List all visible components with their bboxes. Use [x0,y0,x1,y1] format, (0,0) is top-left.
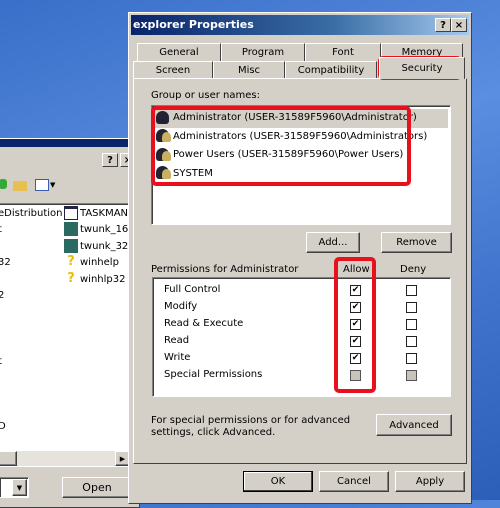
file-column-2: TASKMAN twunk_16 twunk_32? winhelp? winhlp32 [64,206,132,288]
dialog-title: explorer Properties [133,18,254,31]
close-button[interactable]: × [451,18,467,32]
tab-compatibility[interactable]: Compatibility [285,61,377,79]
scanner-icon [64,222,78,237]
file-item[interactable] [0,239,64,255]
file-item[interactable] [0,386,64,402]
deny-checkbox[interactable] [406,302,417,313]
file-item[interactable]: 2 [0,288,64,304]
file-item[interactable]: twunk_32 [64,238,132,255]
file-item[interactable]: ? winhelp [64,255,132,271]
permission-name: Full Control [164,284,221,295]
ok-button[interactable]: OK [243,471,313,492]
tab-program[interactable]: Program [221,43,305,61]
deny-checkbox[interactable] [406,353,417,364]
file-column-1: eDistributiont322tD [0,206,64,435]
file-name: twunk_16 [80,224,129,236]
help-button[interactable]: ? [435,18,451,32]
file-type-select[interactable]: ▼ [0,477,29,498]
file-item[interactable] [0,272,64,288]
properties-dialog: explorer Properties ? × General Program … [128,12,472,504]
file-item[interactable]: D [0,419,64,435]
file-item[interactable] [0,304,64,320]
title-bar: explorer Properties ? × [131,15,469,35]
help-button[interactable]: ? [102,153,118,167]
new-folder-icon[interactable] [13,181,27,191]
open-file-window: ? × ▼ eDistributiont322tD TASKMANtwunk_1… [0,138,140,508]
scanner-icon [64,238,78,253]
file-name: TASKMAN [80,208,129,219]
file-list: eDistributiont322tD TASKMANtwunk_16twunk… [0,203,131,467]
allow-column-highlight [334,257,376,393]
deny-header: Deny [400,264,427,275]
permissions-list: Full Control ✔ Modify ✔ Read & Execute ✔ Read ✔… [152,277,451,397]
horizontal-scrollbar[interactable]: ▶ [0,451,131,466]
file-item[interactable]: eDistribution [0,206,64,222]
file-item[interactable]: TASKMAN [64,206,132,222]
file-item[interactable] [0,403,64,419]
file-item[interactable] [0,370,64,386]
scroll-thumb[interactable] [0,451,17,466]
deny-checkbox[interactable] [406,285,417,296]
permission-name: Modify [164,301,198,312]
tab-misc[interactable]: Misc [213,61,285,79]
advanced-button[interactable]: Advanced [376,414,452,436]
view-dropdown-icon[interactable]: ▼ [50,181,55,189]
permission-name: Read [164,335,190,346]
permission-name: Write [164,352,191,363]
file-item[interactable] [0,337,64,353]
file-item[interactable]: t [0,354,64,370]
permission-name: Read & Execute [164,318,244,329]
tab-security[interactable]: Security [379,57,465,79]
remove-button[interactable]: Remove [381,232,452,253]
apply-button[interactable]: Apply [395,471,465,492]
user-list-highlight [151,106,411,186]
file-item[interactable]: t [0,222,64,238]
tab-general[interactable]: General [137,43,221,61]
file-item[interactable]: twunk_16 [64,222,132,238]
permissions-label: Permissions for Administrator [151,264,299,275]
permission-name: Special Permissions [164,369,263,380]
tab-font[interactable]: Font [305,43,381,61]
help-icon: ? [67,270,75,286]
file-item[interactable]: ? winhlp32 [64,270,132,288]
deny-checkbox[interactable] [406,336,417,347]
deny-checkbox[interactable] [406,370,417,381]
open-button[interactable]: Open [62,477,132,498]
chevron-down-icon[interactable]: ▼ [12,479,27,496]
group-label: Group or user names: [151,90,260,101]
tab-screen[interactable]: Screen [133,61,213,79]
deny-checkbox[interactable] [406,319,417,330]
left-title-bar [0,139,139,147]
advanced-text: For special permissions or for advanced … [151,415,351,438]
add-button[interactable]: Add... [306,232,360,253]
file-item[interactable]: 32 [0,255,64,271]
window-icon [64,206,78,220]
view-menu-icon[interactable] [35,179,49,191]
up-folder-icon[interactable] [0,179,7,189]
file-name: winhelp [80,257,119,269]
help-icon: ? [67,254,75,270]
file-name: winhlp32 [80,273,126,285]
file-item[interactable] [0,321,64,337]
file-name: twunk_32 [80,240,129,252]
cancel-button[interactable]: Cancel [319,471,389,492]
